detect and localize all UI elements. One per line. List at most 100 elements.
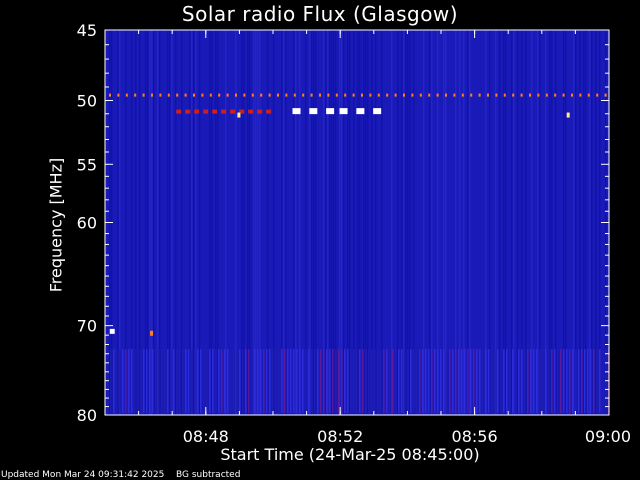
burst-dot: [369, 93, 372, 97]
interference-stripe: [314, 349, 316, 414]
interference-stripe: [305, 349, 307, 414]
interference-stripe: [482, 349, 484, 414]
burst-dot: [520, 93, 523, 97]
interference-stripe: [332, 349, 334, 414]
interference-stripe: [494, 349, 496, 414]
interference-stripe: [338, 349, 340, 414]
burst-dot: [319, 93, 321, 97]
interference-stripe: [212, 349, 214, 414]
burst-block: [356, 108, 365, 115]
interference-stripe: [125, 349, 127, 414]
interference-stripe: [593, 349, 595, 414]
interference-stripe: [440, 349, 442, 414]
interference-stripe: [488, 349, 490, 414]
interference-stripe: [374, 349, 376, 414]
interference-stripe: [233, 349, 235, 414]
interference-stripe: [512, 349, 514, 414]
interference-stripe: [587, 349, 589, 414]
interference-stripe: [377, 349, 379, 414]
interference-stripe: [317, 349, 319, 414]
interference-stripe: [356, 349, 358, 414]
burst-dot: [248, 109, 254, 114]
burst-spot: [237, 112, 241, 118]
interference-stripe: [299, 349, 301, 414]
interference-stripe: [479, 349, 481, 414]
y-tick-label: 70: [77, 317, 97, 336]
interference-stripe: [116, 349, 118, 414]
interference-stripe: [188, 349, 190, 414]
interference-stripe: [227, 349, 229, 414]
interference-stripe: [452, 349, 454, 414]
interference-stripe: [308, 349, 310, 414]
interference-stripe: [560, 349, 562, 414]
burst-dot: [453, 93, 456, 97]
interference-stripe: [572, 349, 574, 414]
spectrogram-chart: 45 50 55 60 70 80 08:48 08:52 08:56 09:00: [77, 21, 631, 446]
burst-dot: [243, 93, 246, 97]
burst-dot: [344, 93, 347, 97]
burst-dot: [562, 93, 565, 97]
interference-stripe: [239, 349, 241, 414]
burst-dot: [470, 93, 473, 97]
x-tick-label: 08:52: [317, 427, 363, 446]
interference-stripe: [260, 349, 262, 414]
burst-dot: [176, 93, 179, 97]
burst-dot: [327, 93, 330, 97]
x-tick-label: 08:48: [183, 427, 229, 446]
burst-dot: [159, 93, 162, 97]
interference-stripe: [530, 349, 532, 414]
burst-dot: [394, 93, 397, 97]
interference-stripe: [551, 349, 553, 414]
burst-dot: [134, 93, 137, 97]
burst-dot: [579, 93, 582, 97]
burst-dot: [266, 109, 272, 114]
burst-dot: [571, 93, 573, 97]
interference-stripe: [143, 349, 145, 414]
burst-dot: [151, 93, 153, 97]
interference-stripe: [569, 349, 571, 414]
interference-stripe: [194, 349, 196, 414]
interference-stripe: [548, 349, 550, 414]
interference-stripe: [131, 349, 133, 414]
burst-dot: [487, 93, 489, 97]
interference-stripe: [221, 349, 223, 414]
interference-stripe: [395, 349, 397, 414]
interference-stripe: [290, 349, 292, 414]
interference-stripe: [215, 349, 217, 414]
interference-stripe: [236, 349, 238, 414]
interference-stripe: [584, 349, 586, 414]
interference-stripe: [533, 349, 535, 414]
interference-stripe: [410, 349, 412, 414]
interference-stripe: [218, 349, 220, 414]
interference-stripe: [578, 349, 580, 414]
burst-dot: [411, 93, 414, 97]
interference-stripe: [401, 349, 403, 414]
burst-dot: [545, 93, 548, 97]
burst-dot: [512, 93, 515, 97]
interference-stripe: [326, 349, 328, 414]
burst-block: [309, 108, 318, 115]
burst-dot: [461, 93, 464, 97]
interference-stripe: [425, 349, 427, 414]
interference-stripe: [434, 349, 436, 414]
y-tick-label: 80: [77, 406, 97, 425]
interference-stripe: [602, 349, 604, 414]
interference-stripe: [296, 349, 298, 414]
burst-dot: [268, 93, 271, 97]
burst-dot: [403, 93, 405, 97]
interference-stripe: [383, 349, 385, 414]
burst-dot: [226, 93, 229, 97]
y-tick-label: 60: [77, 214, 97, 233]
y-axis-label: Frequency [MHz]: [46, 157, 66, 293]
interference-stripe: [398, 349, 400, 414]
interference-stripe: [281, 349, 283, 414]
interference-stripe: [497, 349, 499, 414]
interference-stripe: [323, 349, 325, 414]
interference-stripe: [128, 349, 130, 414]
interference-stripe: [113, 349, 115, 414]
interference-stripe: [176, 349, 178, 414]
burst-spot: [109, 328, 115, 334]
burst-dot: [335, 93, 338, 97]
interference-stripe: [278, 349, 280, 414]
burst-dot: [209, 93, 212, 97]
